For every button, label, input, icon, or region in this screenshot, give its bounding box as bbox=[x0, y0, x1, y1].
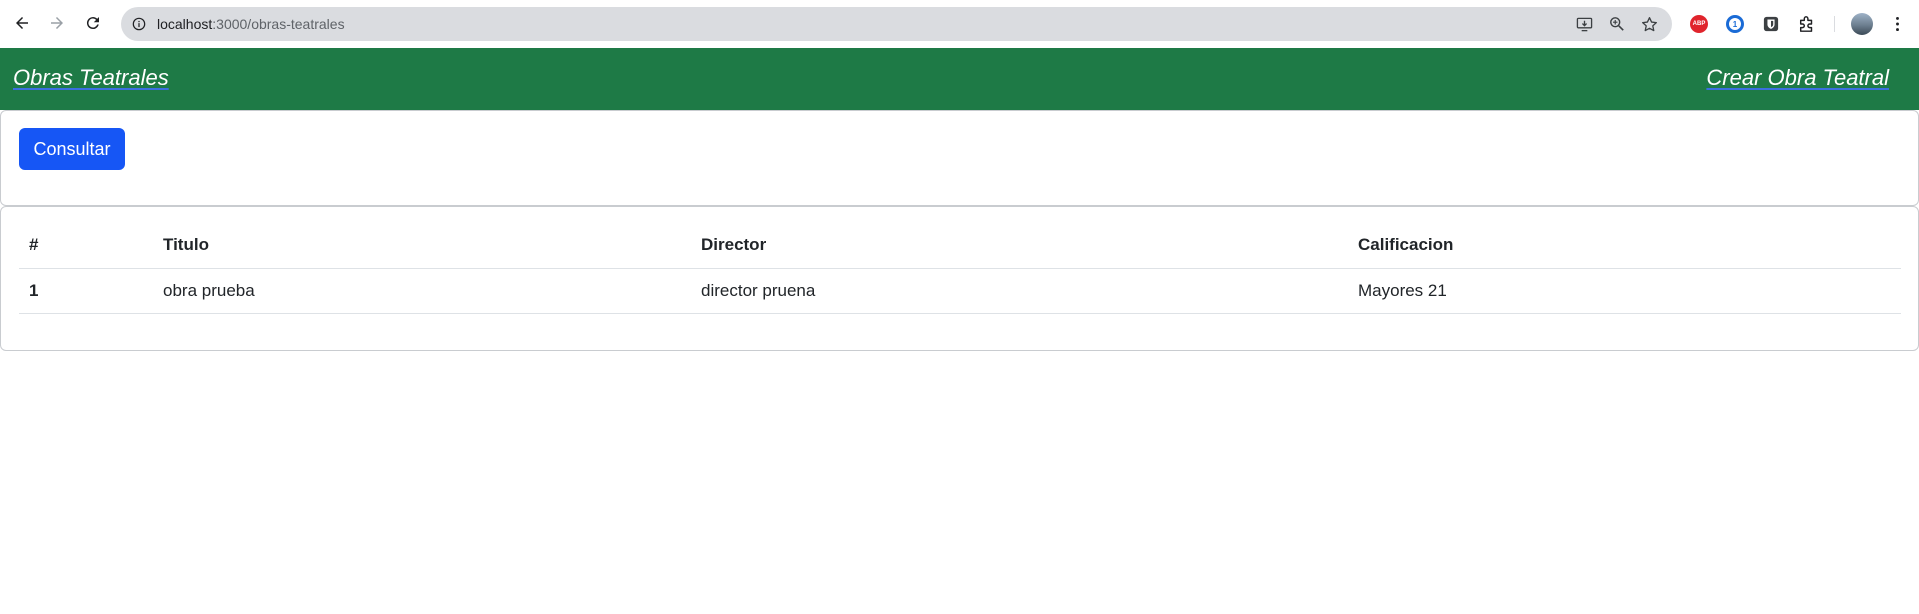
bitwarden-icon[interactable] bbox=[1761, 14, 1781, 34]
table-row: 1 obra prueba director pruena Mayores 21 bbox=[19, 268, 1901, 314]
profile-avatar[interactable] bbox=[1851, 13, 1873, 35]
site-info-icon[interactable] bbox=[131, 16, 147, 32]
reload-icon[interactable] bbox=[82, 12, 104, 34]
results-card: # Titulo Director Calificacion 1 obra pr… bbox=[0, 206, 1919, 351]
address-bar[interactable]: localhost:3000/obras-teatrales bbox=[121, 7, 1672, 41]
zoom-icon[interactable] bbox=[1608, 15, 1626, 33]
cell-director: director pruena bbox=[691, 268, 1348, 314]
url-host: localhost bbox=[157, 16, 213, 32]
brand-link[interactable]: Obras Teatrales bbox=[13, 65, 169, 91]
cell-calificacion: Mayores 21 bbox=[1348, 268, 1901, 314]
col-header-number: # bbox=[19, 223, 153, 269]
toolbar-divider bbox=[1834, 16, 1835, 32]
actions-card: Consultar bbox=[0, 110, 1919, 206]
col-header-director: Director bbox=[691, 223, 1348, 269]
col-header-calificacion: Calificacion bbox=[1348, 223, 1901, 269]
consultar-button[interactable]: Consultar bbox=[19, 128, 125, 170]
app-navbar: Obras Teatrales Crear Obra Teatral bbox=[0, 48, 1919, 110]
menu-kebab-icon[interactable] bbox=[1887, 14, 1907, 34]
1password-icon[interactable]: 1 bbox=[1725, 14, 1745, 34]
url-path: :3000/obras-teatrales bbox=[212, 16, 345, 32]
table-header-row: # Titulo Director Calificacion bbox=[19, 223, 1901, 269]
browser-toolbar: localhost:3000/obras-teatrales ABP 1 bbox=[0, 0, 1919, 48]
cell-titulo: obra prueba bbox=[153, 268, 691, 314]
extensions-puzzle-icon[interactable] bbox=[1797, 14, 1817, 34]
forward-arrow-icon[interactable] bbox=[46, 12, 68, 34]
obras-table: # Titulo Director Calificacion 1 obra pr… bbox=[19, 223, 1901, 314]
back-arrow-icon[interactable] bbox=[11, 12, 33, 34]
col-header-titulo: Titulo bbox=[153, 223, 691, 269]
cell-number: 1 bbox=[19, 268, 153, 314]
adblock-plus-label: ABP bbox=[1690, 15, 1708, 33]
install-app-icon[interactable] bbox=[1575, 15, 1593, 33]
adblock-plus-icon[interactable]: ABP bbox=[1689, 14, 1709, 34]
bookmark-star-icon[interactable] bbox=[1640, 15, 1658, 33]
create-obra-link[interactable]: Crear Obra Teatral bbox=[1706, 65, 1889, 91]
url-text[interactable]: localhost:3000/obras-teatrales bbox=[157, 15, 345, 33]
